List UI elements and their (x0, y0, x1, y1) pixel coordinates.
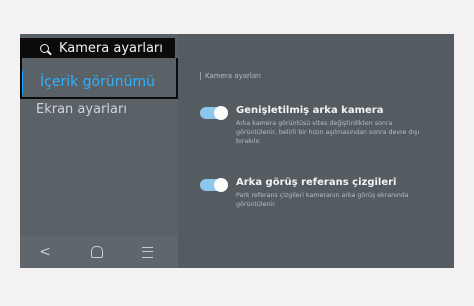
back-icon[interactable]: < (30, 236, 60, 268)
search-icon (40, 43, 49, 53)
setting-description: Arka kamera görüntüsü vites değiştirdikt… (236, 120, 420, 145)
toggle-knob (214, 178, 228, 192)
search-bar[interactable]: Kamera ayarları (20, 38, 175, 58)
extended-rear-camera-toggle[interactable] (200, 106, 228, 120)
menu-icon[interactable] (132, 236, 162, 268)
reference-lines-toggle[interactable] (200, 178, 228, 192)
setting-description: Park referans çizgileri kameranın arka g… (236, 192, 409, 208)
setting-title: Arka görüş referans çizgileri (236, 177, 397, 188)
search-query: Kamera ayarları (59, 40, 163, 56)
setting-title: Genişletilmiş arka kamera (236, 105, 384, 116)
toggle-knob (214, 106, 228, 120)
search-result-highlight (20, 58, 178, 99)
sidebar-item-screen-settings[interactable]: Ekran ayarları (36, 102, 127, 117)
home-icon[interactable] (82, 236, 112, 268)
breadcrumb: Kamera ayarları (200, 72, 261, 80)
bottom-navigation-bar: < (20, 236, 178, 268)
